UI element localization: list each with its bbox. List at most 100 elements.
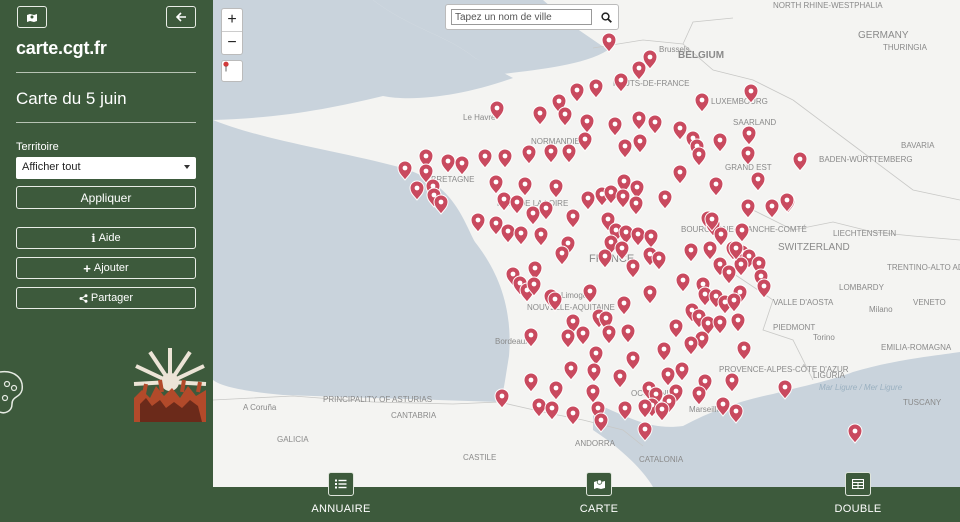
map-marker[interactable] (613, 72, 629, 93)
map-marker[interactable] (656, 341, 672, 362)
map-marker[interactable] (750, 171, 766, 192)
map-marker[interactable] (544, 400, 560, 421)
map-marker[interactable] (632, 133, 648, 154)
map-marker[interactable] (500, 223, 516, 244)
map-marker[interactable] (497, 148, 513, 169)
tab-double[interactable]: DOUBLE (818, 472, 898, 515)
map-marker[interactable] (647, 114, 663, 135)
territoire-select[interactable]: Afficher tout (16, 157, 196, 179)
map-marker[interactable] (660, 366, 676, 387)
map-marker[interactable] (691, 146, 707, 167)
map-marker[interactable] (496, 191, 512, 212)
map-marker[interactable] (628, 195, 644, 216)
map-marker[interactable] (630, 226, 646, 247)
map-marker[interactable] (642, 284, 658, 305)
map-marker[interactable] (654, 401, 670, 422)
map-marker[interactable] (533, 226, 549, 247)
share-button[interactable]: Partager (16, 287, 196, 309)
map-marker[interactable] (615, 188, 631, 209)
map-marker[interactable] (741, 125, 757, 146)
map-marker[interactable] (631, 60, 647, 81)
collapse-sidebar-button[interactable] (166, 6, 196, 28)
map-marker[interactable] (657, 189, 673, 210)
map-marker[interactable] (713, 226, 729, 247)
map-marker[interactable] (543, 143, 559, 164)
map-marker[interactable] (560, 328, 576, 349)
map-marker[interactable] (792, 151, 808, 172)
map-marker[interactable] (523, 372, 539, 393)
map-marker[interactable] (691, 385, 707, 406)
map-marker[interactable] (565, 208, 581, 229)
map-marker[interactable] (488, 174, 504, 195)
map-marker[interactable] (580, 190, 596, 211)
map-marker[interactable] (440, 153, 456, 174)
map-marker[interactable] (702, 240, 718, 261)
map-marker[interactable] (548, 380, 564, 401)
map-marker[interactable] (588, 78, 604, 99)
map-marker[interactable] (575, 325, 591, 346)
map-marker[interactable] (612, 368, 628, 389)
map-marker[interactable] (643, 228, 659, 249)
apply-button[interactable]: Appliquer (16, 186, 196, 209)
map-marker[interactable] (582, 283, 598, 304)
map-marker[interactable] (538, 200, 554, 221)
map-marker[interactable] (565, 405, 581, 426)
map-marker[interactable] (631, 110, 647, 131)
map-view-button[interactable] (17, 6, 47, 28)
map-marker[interactable] (601, 324, 617, 345)
map-marker[interactable] (672, 120, 688, 141)
tab-carte[interactable]: CARTE (559, 472, 639, 515)
map-marker[interactable] (675, 272, 691, 293)
map-marker[interactable] (617, 138, 633, 159)
map-marker[interactable] (779, 192, 795, 213)
map-marker[interactable] (730, 312, 746, 333)
search-icon[interactable] (601, 12, 612, 23)
map-marker[interactable] (651, 250, 667, 271)
map-marker[interactable] (470, 212, 486, 233)
map[interactable]: BELGIUM NORTH RHINE-WESTPHALIA GERMANY T… (213, 0, 960, 487)
map-marker[interactable] (756, 278, 772, 299)
map-marker[interactable] (620, 323, 636, 344)
map-marker[interactable] (532, 105, 548, 126)
map-marker[interactable] (683, 335, 699, 356)
map-marker[interactable] (531, 397, 547, 418)
map-marker[interactable] (477, 148, 493, 169)
map-marker[interactable] (607, 116, 623, 137)
map-marker[interactable] (712, 132, 728, 153)
map-marker[interactable] (563, 360, 579, 381)
map-marker[interactable] (674, 361, 690, 382)
add-button[interactable]: + Ajouter (16, 257, 196, 279)
map-marker[interactable] (616, 295, 632, 316)
zoom-in-button[interactable]: + (222, 9, 242, 32)
map-marker[interactable] (454, 155, 470, 176)
map-marker[interactable] (579, 113, 595, 134)
map-marker[interactable] (668, 318, 684, 339)
map-marker[interactable] (740, 198, 756, 219)
map-marker[interactable] (721, 264, 737, 285)
zoom-out-button[interactable]: − (222, 32, 242, 54)
map-marker[interactable] (708, 176, 724, 197)
tab-annuaire[interactable]: ANNUAIRE (301, 472, 381, 515)
map-marker[interactable] (625, 350, 641, 371)
map-marker[interactable] (683, 242, 699, 263)
map-marker[interactable] (494, 388, 510, 409)
map-marker[interactable] (736, 340, 752, 361)
map-marker[interactable] (513, 225, 529, 246)
map-marker[interactable] (585, 383, 601, 404)
map-marker[interactable] (525, 205, 541, 226)
map-marker[interactable] (557, 106, 573, 127)
map-marker[interactable] (625, 258, 641, 279)
map-marker[interactable] (509, 194, 525, 215)
map-marker[interactable] (554, 245, 570, 266)
map-marker[interactable] (672, 164, 688, 185)
help-button[interactable]: i Aide (16, 227, 196, 249)
map-marker[interactable] (712, 314, 728, 335)
map-marker[interactable] (577, 131, 593, 152)
locate-button[interactable] (221, 60, 243, 82)
map-marker[interactable] (588, 345, 604, 366)
map-marker[interactable] (548, 178, 564, 199)
map-marker[interactable] (764, 198, 780, 219)
map-marker[interactable] (694, 92, 710, 113)
city-search-input[interactable] (451, 9, 592, 25)
map-marker[interactable] (586, 362, 602, 383)
